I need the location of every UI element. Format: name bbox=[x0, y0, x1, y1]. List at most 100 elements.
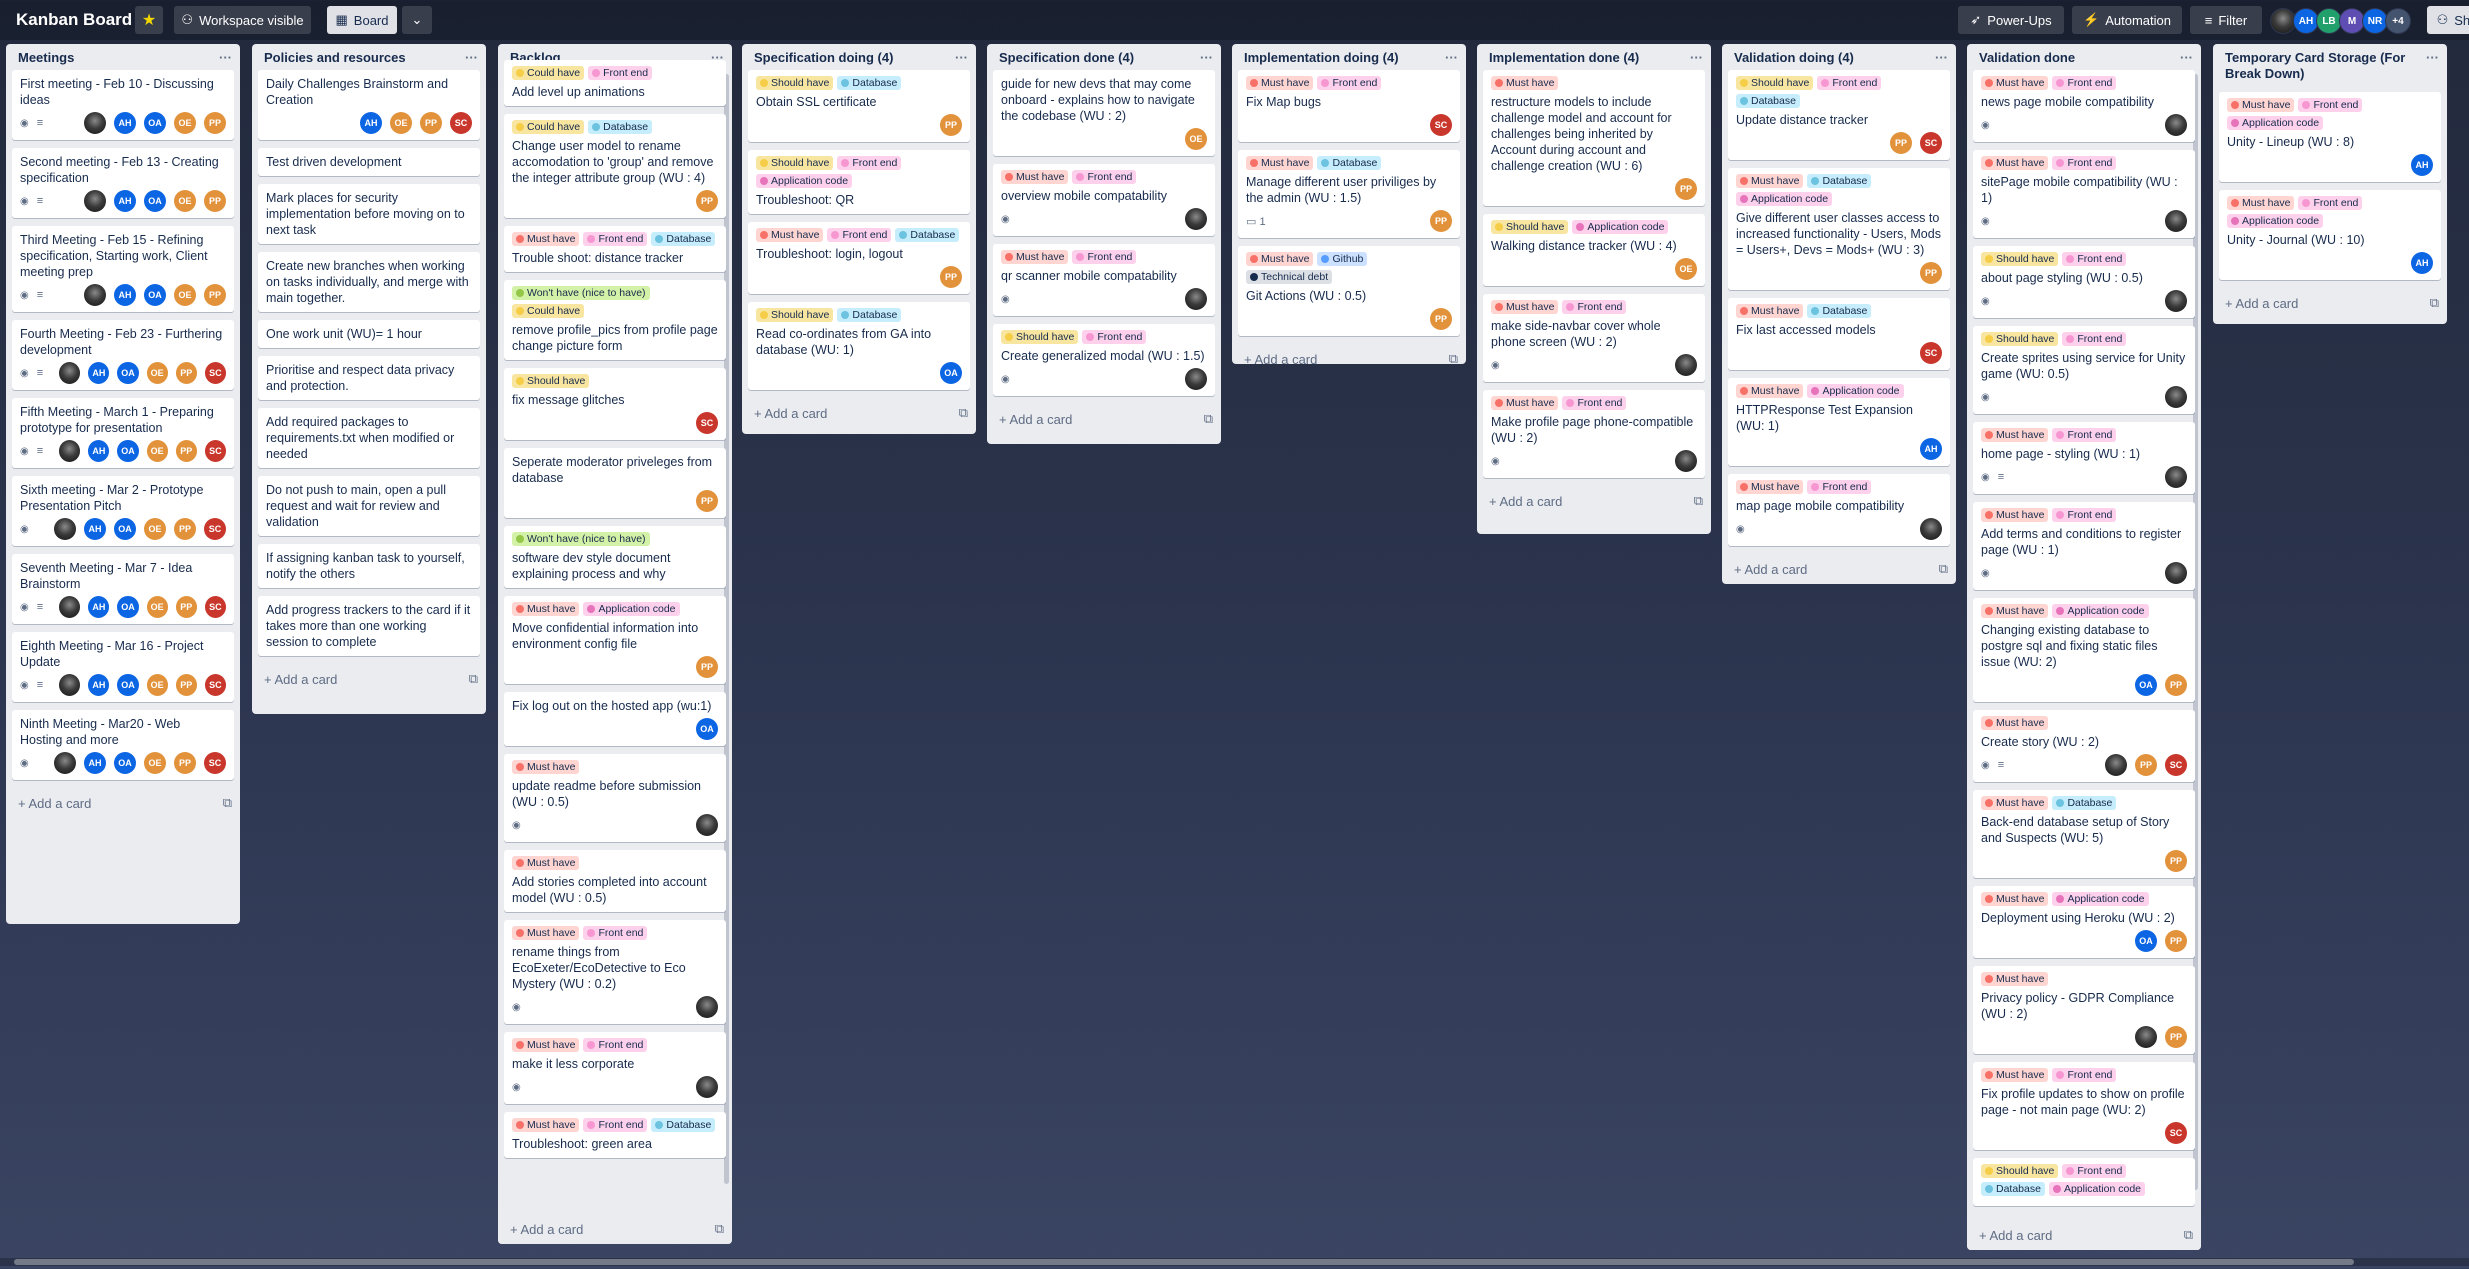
card-template-icon[interactable]: ⧉ bbox=[715, 1221, 724, 1237]
card[interactable]: First meeting - Feb 10 - Discussing idea… bbox=[12, 70, 234, 140]
label-front-end[interactable]: Front end bbox=[1562, 300, 1627, 314]
card[interactable]: Seventh Meeting - Mar 7 - Idea Brainstor… bbox=[12, 554, 234, 624]
label-front-end[interactable]: Front end bbox=[2052, 76, 2117, 90]
label-database[interactable]: Database bbox=[588, 120, 653, 134]
card[interactable]: Must have restructure models to include c… bbox=[1483, 70, 1705, 206]
member-avatar[interactable]: +4 bbox=[2385, 8, 2411, 34]
label-application-code[interactable]: Application code bbox=[1572, 220, 1669, 234]
label-must-have[interactable]: Must have bbox=[1001, 250, 1069, 264]
label-must-have[interactable]: Must have bbox=[1246, 76, 1314, 90]
label-should-have[interactable]: Should have bbox=[756, 156, 834, 170]
label-application-code[interactable]: Application code bbox=[756, 174, 853, 188]
member-avatar[interactable]: OE bbox=[174, 190, 196, 212]
card[interactable]: Must have Front end qr scanner mobile comp… bbox=[993, 244, 1215, 316]
card[interactable]: Should have Front end Database Application … bbox=[1973, 1158, 2195, 1206]
member-avatar[interactable]: PP bbox=[1920, 262, 1942, 284]
member-avatar[interactable]: OA bbox=[117, 596, 139, 618]
member-avatar[interactable]: OA bbox=[144, 284, 166, 306]
card[interactable]: Must have Front end Database Trouble shoot:… bbox=[504, 226, 726, 272]
member-avatar[interactable]: SC bbox=[696, 412, 718, 434]
member-avatar[interactable]: AH bbox=[114, 190, 136, 212]
label-front-end[interactable]: Front end bbox=[588, 66, 653, 80]
card[interactable]: Won't have (nice to have) Could have remov… bbox=[504, 280, 726, 360]
add-card-button[interactable]: + Add a card ⧉ bbox=[1967, 1220, 2201, 1250]
member-avatar[interactable] bbox=[2165, 210, 2187, 232]
label-must-have[interactable]: Must have bbox=[1981, 604, 2049, 618]
share-button[interactable]: ⚇ Sha bbox=[2427, 6, 2469, 34]
card[interactable]: guide for new devs that may come onboard… bbox=[993, 70, 1215, 156]
label-front-end[interactable]: Front end bbox=[583, 1118, 648, 1132]
card[interactable]: Must have Front end Database Troubleshoot: … bbox=[748, 222, 970, 294]
member-avatar[interactable]: AH bbox=[360, 112, 382, 134]
member-avatar[interactable] bbox=[1185, 288, 1207, 310]
member-avatar[interactable]: OE bbox=[146, 440, 168, 462]
member-avatar[interactable]: OA bbox=[2135, 674, 2157, 696]
label-front-end[interactable]: Front end bbox=[1317, 76, 1382, 90]
board-title[interactable]: Kanban Board bbox=[16, 10, 132, 30]
label-front-end[interactable]: Front end bbox=[2062, 332, 2127, 346]
list-title[interactable]: Validation done bbox=[1979, 50, 2075, 65]
member-avatar[interactable] bbox=[696, 1076, 718, 1098]
card[interactable]: Sixth meeting - Mar 2 - Prototype Presen… bbox=[12, 476, 234, 546]
add-card-button[interactable]: + Add a card ⧉ bbox=[1477, 486, 1711, 516]
label-must-have[interactable]: Must have bbox=[1981, 892, 2049, 906]
member-avatar[interactable] bbox=[84, 112, 106, 134]
card[interactable]: Must have Github Technical debt Git Actions… bbox=[1238, 246, 1460, 336]
label-front-end[interactable]: Front end bbox=[1082, 330, 1147, 344]
label-application-code[interactable]: Application code bbox=[1736, 192, 1833, 206]
card[interactable]: Must have Create story (WU : 2) ◉ ≡ PP SC bbox=[1973, 710, 2195, 782]
member-avatar[interactable]: PP bbox=[2165, 850, 2187, 872]
member-avatar[interactable]: OA bbox=[940, 362, 962, 384]
member-avatar[interactable]: OE bbox=[146, 362, 168, 384]
card[interactable]: Must have Application code Changing existi… bbox=[1973, 598, 2195, 702]
label-front-end[interactable]: Front end bbox=[583, 926, 648, 940]
card[interactable]: Must have Add stories completed into acco… bbox=[504, 850, 726, 912]
label-front-end[interactable]: Front end bbox=[583, 232, 648, 246]
label-front-end[interactable]: Front end bbox=[2298, 196, 2363, 210]
member-avatar[interactable]: OA bbox=[117, 674, 139, 696]
member-avatar[interactable]: OA bbox=[144, 112, 166, 134]
label-must-have[interactable]: Must have bbox=[512, 760, 580, 774]
label-database[interactable]: Database bbox=[837, 308, 902, 322]
member-avatar[interactable]: OE bbox=[1675, 258, 1697, 280]
label-database[interactable]: Database bbox=[1736, 94, 1800, 108]
power-ups-button[interactable]: ➶ Power-Ups bbox=[1958, 6, 2064, 34]
card[interactable]: Must have Database Manage different user p… bbox=[1238, 150, 1460, 238]
member-avatar[interactable]: PP bbox=[2165, 930, 2187, 952]
label-must-have[interactable]: Must have bbox=[1981, 508, 2049, 522]
add-card-button[interactable]: + Add a card ⧉ bbox=[252, 664, 486, 694]
member-avatar[interactable]: OA bbox=[114, 752, 136, 774]
label-must-have[interactable]: Must have bbox=[1981, 428, 2049, 442]
label-application-code[interactable]: Application code bbox=[2227, 116, 2324, 130]
card[interactable]: Create new branches when working on task… bbox=[258, 252, 480, 312]
label-must-have[interactable]: Must have bbox=[1981, 796, 2049, 810]
label-application-code[interactable]: Application code bbox=[2227, 214, 2324, 228]
member-avatar[interactable] bbox=[54, 518, 76, 540]
member-avatar[interactable] bbox=[2105, 754, 2127, 776]
label-won-t-have-nice-to-have[interactable]: Won't have (nice to have) bbox=[512, 532, 650, 546]
member-avatar[interactable] bbox=[54, 752, 76, 774]
label-database[interactable]: Database bbox=[651, 1118, 716, 1132]
label-front-end[interactable]: Front end bbox=[2062, 252, 2127, 266]
label-must-have[interactable]: Must have bbox=[1736, 384, 1804, 398]
member-avatar[interactable]: AH bbox=[88, 440, 110, 462]
list-title[interactable]: Implementation doing (4) bbox=[1244, 50, 1399, 65]
card[interactable]: Test driven development bbox=[258, 148, 480, 176]
card[interactable]: Should have Front end Create generalized m… bbox=[993, 324, 1215, 396]
label-application-code[interactable]: Application code bbox=[583, 602, 680, 616]
member-avatar[interactable]: OE bbox=[144, 518, 166, 540]
label-must-have[interactable]: Must have bbox=[1981, 156, 2049, 170]
member-avatar[interactable]: OE bbox=[174, 112, 196, 134]
label-database[interactable]: Database bbox=[1981, 1182, 2045, 1196]
card[interactable]: Add progress trackers to the card if it … bbox=[258, 596, 480, 656]
member-avatar[interactable]: OE bbox=[1185, 128, 1207, 150]
card[interactable]: Eighth Meeting - Mar 16 - Project Update… bbox=[12, 632, 234, 702]
member-avatar[interactable]: SC bbox=[2165, 754, 2187, 776]
card[interactable]: Must have Database Back-end database setup… bbox=[1973, 790, 2195, 878]
member-avatar[interactable]: AH bbox=[84, 752, 106, 774]
member-avatar[interactable] bbox=[1920, 518, 1942, 540]
label-must-have[interactable]: Must have bbox=[1246, 252, 1314, 266]
list-menu-icon[interactable]: ··· bbox=[465, 50, 478, 65]
member-avatar[interactable] bbox=[59, 362, 81, 384]
label-application-code[interactable]: Application code bbox=[2052, 604, 2149, 618]
